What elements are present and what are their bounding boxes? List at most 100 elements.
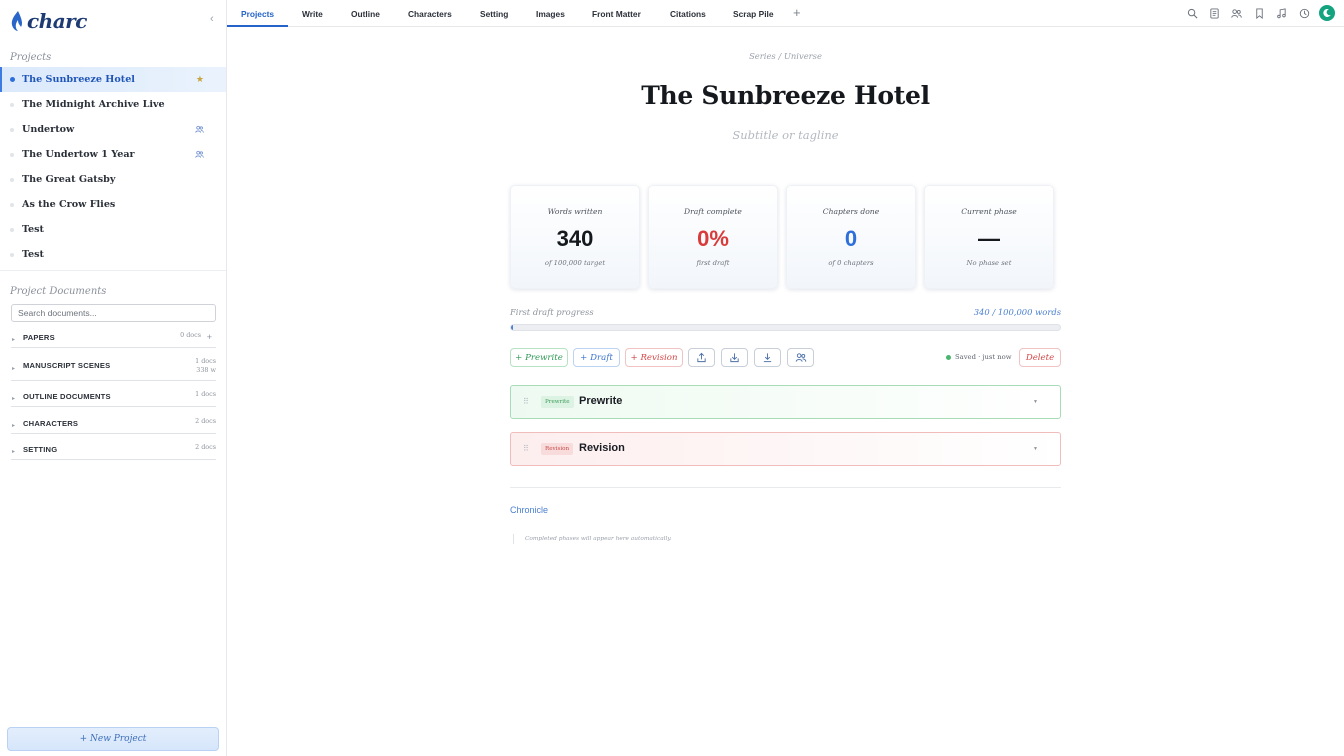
project-dot-icon [10, 178, 14, 182]
tab-images[interactable]: Images [536, 0, 565, 27]
doc-group-outline-documents[interactable]: ▸ OUTLINE DOCUMENTS 1 docs [11, 388, 216, 407]
search-documents-input[interactable] [11, 304, 216, 322]
people-icon[interactable] [1231, 8, 1242, 19]
stat-card-chapters-done: Chapters done 0 of 0 chapters [786, 185, 916, 289]
delete-project-button[interactable]: Delete [1019, 348, 1061, 367]
add-revision-button[interactable]: + Revision [625, 348, 683, 367]
project-overview: Series / Universe The Sunbreeze Hotel Su… [227, 28, 1344, 756]
export-button[interactable] [688, 348, 715, 367]
tab-front-matter[interactable]: Front Matter [592, 0, 641, 27]
section-divider [510, 487, 1061, 488]
drag-handle-icon[interactable]: ⠿ [523, 444, 529, 453]
stat-value: 340 [556, 226, 594, 251]
search-icon[interactable] [1187, 8, 1198, 19]
history-icon[interactable] [1299, 8, 1310, 19]
project-dot-icon [10, 77, 15, 82]
project-name: The Midnight Archive Live [22, 99, 165, 110]
tab-citations[interactable]: Citations [670, 0, 706, 27]
doc-group-papers[interactable]: ▸ PAPERS 0 docs + [11, 329, 216, 348]
project-item[interactable]: The Great Gatsby [0, 167, 226, 192]
phase-card-prewrite[interactable]: ⠿ Prewrite Prewrite ▼ [510, 385, 1061, 419]
doc-group-count: 1 docs [195, 390, 216, 398]
add-document-button[interactable]: + [207, 332, 212, 342]
subtitle-field[interactable]: Subtitle or tagline [227, 128, 1344, 142]
project-dot-icon [10, 153, 14, 157]
chevron-right-icon: ▸ [12, 396, 16, 402]
project-item[interactable]: Undertow [0, 117, 226, 142]
project-item[interactable]: The Midnight Archive Live [0, 92, 226, 117]
stat-label: Chapters done [822, 207, 880, 216]
project-item[interactable]: Test [0, 242, 226, 267]
inbox-download-icon [730, 353, 739, 363]
progress-label: First draft progress [510, 307, 594, 317]
project-item[interactable]: The Sunbreeze Hotel ★ [0, 67, 226, 92]
phase-name: Revision [579, 442, 625, 454]
chevron-down-icon[interactable]: ▼ [1033, 399, 1038, 405]
doc-group-manuscript-scenes[interactable]: ▸ MANUSCRIPT SCENES 1 docs 338 w [11, 355, 216, 381]
phase-name: Prewrite [579, 395, 623, 407]
music-icon[interactable] [1276, 8, 1287, 19]
stat-card-current-phase: Current phase — No phase set [924, 185, 1054, 289]
document-icon[interactable] [1209, 8, 1220, 19]
doc-group-name: MANUSCRIPT SCENES [23, 361, 111, 370]
project-name: Test [22, 224, 44, 235]
tab-setting[interactable]: Setting [480, 0, 508, 27]
brand[interactable]: charc [10, 8, 87, 34]
top-tab-bar: Projects Write Outline Characters Settin… [227, 0, 1344, 27]
new-project-button[interactable]: + New Project [7, 727, 219, 751]
add-tab-button[interactable]: + [793, 6, 801, 20]
project-item[interactable]: As the Crow Flies [0, 192, 226, 217]
brand-name: charc [27, 9, 87, 33]
tab-write[interactable]: Write [302, 0, 323, 27]
save-status-text: Saved · just now [955, 353, 1012, 361]
tab-characters[interactable]: Characters [408, 0, 452, 27]
flame-logo-icon [11, 11, 22, 31]
tab-projects[interactable]: Projects [241, 0, 274, 27]
doc-group-name: PAPERS [23, 333, 55, 342]
chevron-right-icon: ▸ [12, 423, 16, 429]
project-item[interactable]: Test [0, 217, 226, 242]
word-count: 338 w [196, 366, 216, 374]
collapse-sidebar-button[interactable]: ‹ [210, 13, 214, 25]
project-dot-icon [10, 253, 14, 257]
drag-handle-icon[interactable]: ⠿ [523, 397, 529, 406]
bookmark-icon[interactable] [1254, 8, 1265, 19]
add-prewrite-button[interactable]: + Prewrite [510, 348, 568, 367]
import-button[interactable] [721, 348, 748, 367]
chevron-down-icon[interactable]: ▼ [1033, 446, 1038, 452]
project-dot-icon [10, 203, 14, 207]
stat-label: Draft complete [684, 207, 742, 216]
tab-scrap-pile[interactable]: Scrap Pile [733, 0, 774, 27]
collaborators-button[interactable] [787, 348, 814, 367]
project-name: Test [22, 249, 44, 260]
tab-outline[interactable]: Outline [351, 0, 380, 27]
doc-group-count: 2 docs [195, 417, 216, 425]
doc-group-characters[interactable]: ▸ CHARACTERS 2 docs [11, 415, 216, 434]
stat-sub: No phase set [966, 259, 1012, 267]
project-name: Undertow [22, 124, 75, 135]
project-title[interactable]: The Sunbreeze Hotel [227, 81, 1344, 110]
download-button[interactable] [754, 348, 781, 367]
project-item[interactable]: The Undertow 1 Year [0, 142, 226, 167]
saved-status-dot-icon [946, 354, 951, 360]
user-avatar[interactable] [1319, 5, 1335, 21]
project-name: As the Crow Flies [22, 199, 116, 210]
project-name: The Undertow 1 Year [22, 149, 135, 160]
project-dot-icon [10, 103, 14, 107]
phase-card-revision[interactable]: ⠿ Revision Revision ▼ [510, 432, 1061, 466]
save-status: Saved · just now [946, 353, 1012, 361]
series-universe-field[interactable]: Series / Universe [227, 51, 1344, 61]
doc-count: 1 docs [195, 357, 216, 365]
doc-group-name: SETTING [23, 445, 58, 454]
stat-sub: first draft [696, 259, 730, 267]
active-tab-indicator [227, 25, 288, 27]
star-icon[interactable]: ★ [196, 74, 204, 85]
stat-sub: of 0 chapters [828, 259, 874, 267]
doc-group-setting[interactable]: ▸ SETTING 2 docs [11, 441, 216, 460]
add-draft-button[interactable]: + Draft [573, 348, 620, 367]
sidebar: charc ‹ Projects The Sunbreeze Hotel ★ T… [0, 0, 227, 756]
projects-section-label: Projects [10, 52, 52, 63]
stat-value: 0 [844, 226, 858, 251]
chevron-right-icon: ▸ [12, 366, 16, 372]
doc-group-name: OUTLINE DOCUMENTS [23, 392, 111, 401]
